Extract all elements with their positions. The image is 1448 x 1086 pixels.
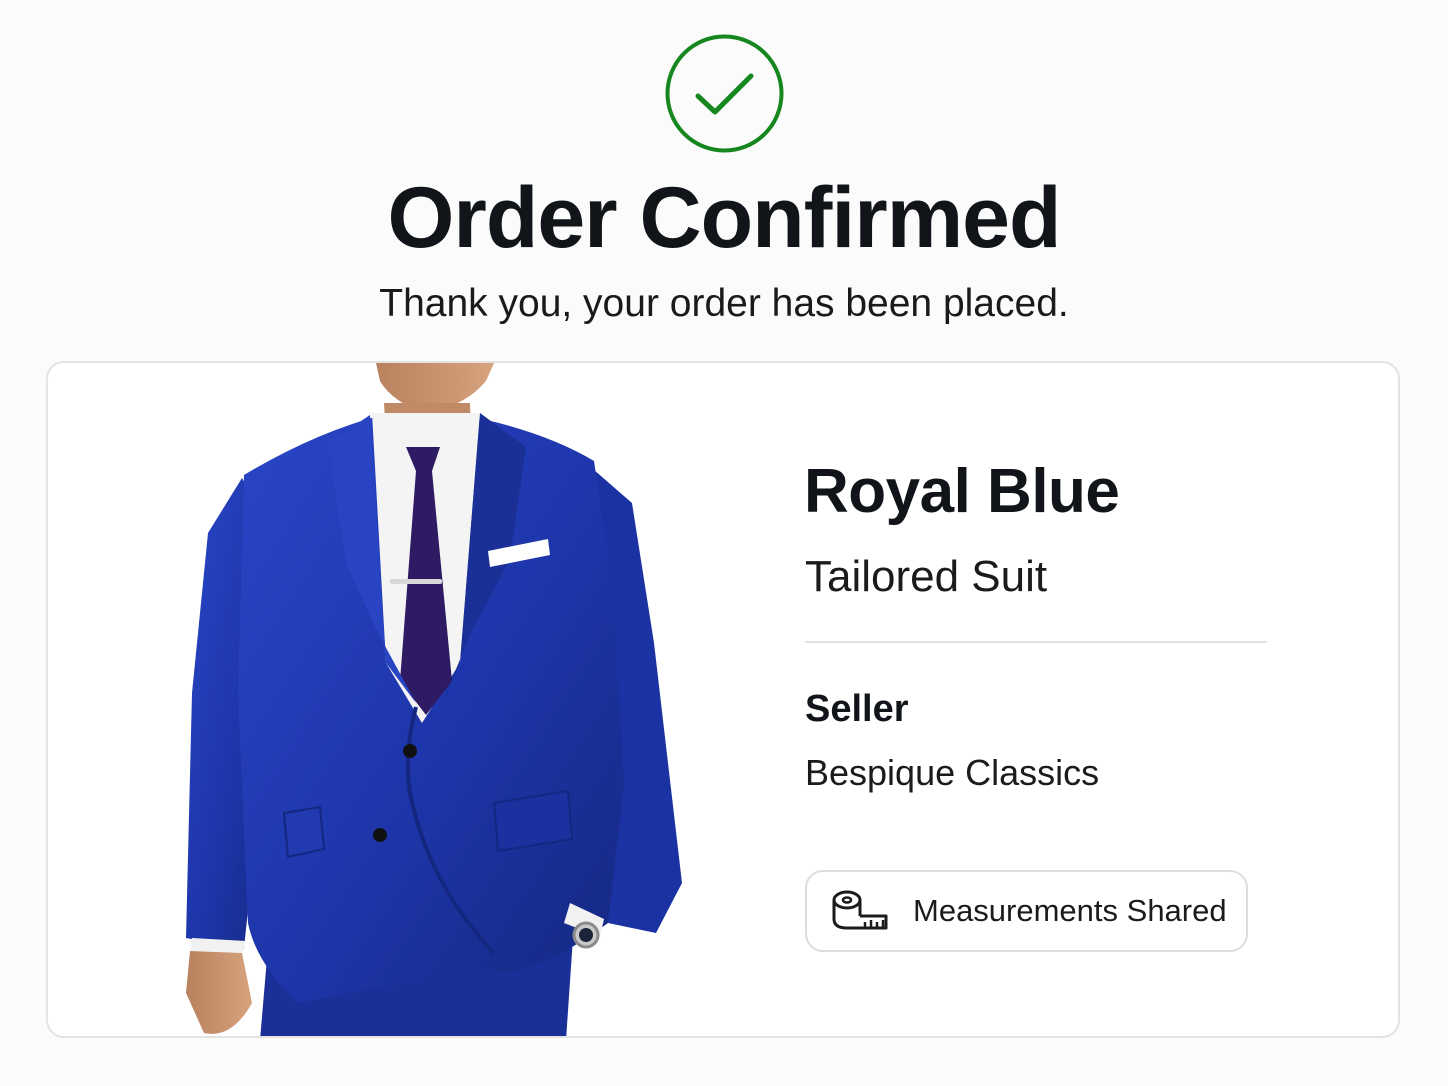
product-name: Royal Blue xyxy=(804,457,1120,526)
measurements-shared-badge: Measurements Shared xyxy=(805,870,1248,952)
divider xyxy=(805,641,1267,643)
seller-name: Bespique Classics xyxy=(805,752,1100,793)
badge-label: Measurements Shared xyxy=(913,893,1227,928)
product-image xyxy=(186,363,682,1036)
product-type: Tailored Suit xyxy=(805,552,1048,601)
check-circle-icon xyxy=(665,34,784,153)
measuring-tape-icon xyxy=(832,890,888,930)
page-title: Order Confirmed xyxy=(387,170,1061,266)
order-confirmation-page: Order Confirmed Thank you, your order ha… xyxy=(0,0,1448,1086)
order-summary-card: Royal Blue Tailored Suit Seller Bespique… xyxy=(46,361,1400,1038)
seller-label: Seller xyxy=(805,688,909,730)
confirmation-message: Thank you, your order has been placed. xyxy=(379,282,1069,325)
